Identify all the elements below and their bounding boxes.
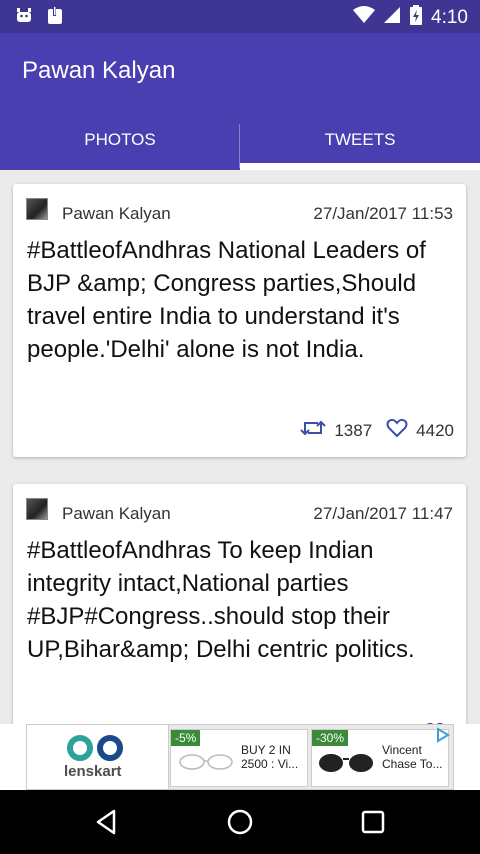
status-bar: 4:10 <box>0 0 480 33</box>
recents-button[interactable] <box>358 807 388 837</box>
app-title: Pawan Kalyan <box>22 57 176 84</box>
lenskart-logo-icon <box>63 735 133 766</box>
app-bar: Pawan Kalyan PHOTOS TWEETS <box>0 33 480 170</box>
avatar <box>26 198 48 220</box>
discount-badge: -30% <box>312 730 349 746</box>
tweet-text: #BattleofAndhras To keep Indian integrit… <box>27 537 415 663</box>
ad-product-card[interactable]: -5% BUY 2 IN 2500 : Vi... <box>170 729 308 787</box>
retweet-count: 1387 <box>334 420 373 440</box>
avatar <box>26 498 48 520</box>
tab-divider <box>239 124 240 168</box>
ad-brand-logo[interactable]: lenskart <box>27 725 169 789</box>
notification-icon <box>46 6 64 31</box>
home-button[interactable] <box>225 807 255 837</box>
sunglasses-icon <box>316 752 376 779</box>
tweet-author: Pawan Kalyan <box>62 204 171 223</box>
tweet-date: 27/Jan/2017 11:47 <box>313 504 453 523</box>
clock: 4:10 <box>431 6 468 28</box>
tab-indicator <box>240 163 480 170</box>
ad-choices-icon[interactable] <box>435 727 451 748</box>
tweet-stats: 1387 4420 <box>300 418 454 443</box>
discount-badge: -5% <box>171 730 201 746</box>
tweet-text: #BattleofAndhras National Leaders of BJP… <box>27 237 426 363</box>
tab-photos[interactable]: PHOTOS <box>0 122 240 170</box>
ad-brand-name: lenskart <box>64 763 122 780</box>
like-count: 4420 <box>416 420 454 440</box>
ad-product-desc: BUY 2 IN 2500 : Vi... <box>241 743 299 771</box>
android-debug-icon <box>14 6 34 31</box>
tweet-date: 27/Jan/2017 11:53 <box>313 204 453 223</box>
tweet-feed[interactable]: Pawan Kalyan 27/Jan/2017 11:53 #Battleof… <box>0 170 480 724</box>
ad-banner[interactable]: lenskart -5% BUY 2 IN 2500 : Vi... -30% … <box>0 724 480 790</box>
back-button[interactable] <box>92 807 122 837</box>
retweet-icon[interactable] <box>300 418 327 443</box>
tweet-author: Pawan Kalyan <box>62 504 171 523</box>
wifi-icon <box>353 6 376 29</box>
ad-product-card[interactable]: -30% Vincent Chase To... <box>311 729 449 787</box>
navigation-bar <box>0 790 480 854</box>
signal-icon <box>383 6 401 29</box>
tweet-card[interactable]: Pawan Kalyan 27/Jan/2017 11:47 #Battleof… <box>13 484 466 724</box>
ad-container[interactable]: lenskart -5% BUY 2 IN 2500 : Vi... -30% … <box>26 724 454 790</box>
tweet-card[interactable]: Pawan Kalyan 27/Jan/2017 11:53 #Battleof… <box>13 184 466 457</box>
battery-icon <box>409 5 423 30</box>
eyeglasses-icon <box>177 752 235 777</box>
like-icon[interactable] <box>386 418 408 443</box>
